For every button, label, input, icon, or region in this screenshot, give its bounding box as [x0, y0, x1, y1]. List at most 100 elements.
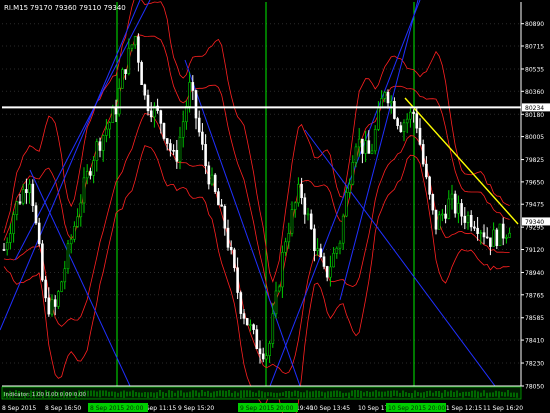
- candle-body: [319, 248, 323, 258]
- candle-body: [165, 138, 169, 144]
- time-tick-label: 11 Sep 12:15: [442, 405, 482, 412]
- price-tick-label: 78765: [525, 292, 544, 299]
- candle-body: [226, 227, 230, 248]
- candle-body: [492, 229, 495, 247]
- candle-body: [457, 203, 460, 214]
- candle-body: [469, 215, 473, 228]
- candle-body: [437, 214, 441, 230]
- candle-body: [261, 353, 265, 360]
- candle-body: [50, 299, 54, 315]
- candle-body: [271, 313, 275, 344]
- candle-body: [431, 194, 435, 211]
- candle-body: [82, 177, 86, 204]
- price-tick-label: 80890: [525, 21, 544, 28]
- candle-body: [217, 191, 220, 206]
- candle-body: [111, 107, 115, 123]
- price-tick-label: 78940: [525, 270, 544, 277]
- candle-body: [207, 165, 211, 185]
- candle-body: [418, 127, 422, 145]
- candle-body: [2, 249, 6, 251]
- candle-body: [143, 84, 147, 96]
- candle-body: [361, 138, 364, 154]
- candle-body: [348, 183, 351, 193]
- candle-body: [393, 101, 396, 119]
- candle-body: [242, 313, 246, 319]
- candle-body: [249, 324, 252, 326]
- indicator-label: Indicator: 1.00 0.00 0.00 0.00: [4, 392, 87, 398]
- candle-body: [146, 94, 150, 112]
- candle-body: [281, 251, 284, 288]
- price-tick-label: 78410: [525, 338, 544, 345]
- candle-body: [495, 229, 499, 246]
- candle-body: [149, 110, 153, 118]
- candle-body: [415, 113, 419, 129]
- candle-body: [508, 232, 511, 238]
- candle-body: [412, 111, 415, 114]
- candle-body: [133, 36, 137, 46]
- candle-body: [197, 117, 201, 133]
- candle-body: [140, 62, 143, 85]
- candle-body: [89, 171, 92, 176]
- candle-body: [482, 232, 486, 238]
- candle-body: [428, 176, 431, 195]
- candle-body: [447, 198, 451, 219]
- candle-body: [159, 110, 163, 124]
- candle-body: [28, 183, 31, 194]
- candle-body: [236, 267, 239, 293]
- candle-body: [92, 160, 95, 176]
- candle-body: [284, 241, 287, 253]
- candle-body: [204, 144, 207, 167]
- candle-body: [332, 252, 335, 268]
- candle-body: [121, 69, 124, 89]
- candle-body: [287, 233, 291, 243]
- candle-body: [117, 88, 121, 115]
- candle-body: [277, 286, 281, 292]
- candle-body: [409, 111, 412, 120]
- candle-body: [341, 215, 345, 244]
- candle-body: [450, 193, 454, 200]
- candle-body: [501, 223, 505, 239]
- candle-body: [47, 297, 51, 315]
- price-tick-label: 78585: [525, 315, 544, 322]
- candle-body: [79, 202, 83, 218]
- candle-body: [34, 205, 38, 224]
- candle-body: [66, 243, 70, 270]
- candle-body: [124, 69, 127, 74]
- price-tick-label: 80535: [525, 66, 544, 73]
- candle-body: [268, 343, 271, 356]
- candle-body: [210, 174, 214, 185]
- candle-body: [31, 183, 35, 206]
- candle-body: [303, 197, 307, 215]
- candle-body: [162, 123, 166, 139]
- chart-background: [0, 0, 550, 413]
- candle-body: [386, 92, 390, 104]
- candle-body: [239, 292, 243, 314]
- candle-body: [335, 247, 339, 254]
- candle-body: [498, 223, 502, 246]
- candle-body: [444, 213, 447, 219]
- candle-body: [229, 246, 233, 251]
- candle-body: [396, 118, 399, 126]
- candle-body: [297, 183, 300, 204]
- price-tick-label: 79475: [525, 202, 544, 209]
- time-tick-label: 9 Sep 15:20: [178, 405, 214, 412]
- candle-body: [505, 237, 508, 239]
- candle-body: [5, 242, 9, 250]
- candle-body: [425, 163, 428, 178]
- candle-body: [473, 226, 476, 229]
- candle-body: [489, 237, 492, 247]
- candle-body: [12, 214, 15, 234]
- candle-body: [175, 149, 179, 162]
- candle-body: [453, 193, 457, 214]
- candle-body: [169, 143, 172, 151]
- candle-body: [220, 204, 223, 207]
- price-tick-label: 80360: [525, 89, 544, 96]
- separator-time-label: 10 Sep 2015 20:00: [388, 405, 445, 412]
- candle-body: [245, 318, 249, 326]
- candle-body: [354, 146, 358, 163]
- price-chart[interactable]: 8023479340 Indicator: 1.00 0.00 0.00 0.0…: [0, 0, 550, 413]
- candle-body: [463, 215, 467, 223]
- candle-body: [338, 242, 342, 249]
- candle-body: [76, 216, 79, 227]
- candle-body: [389, 101, 393, 104]
